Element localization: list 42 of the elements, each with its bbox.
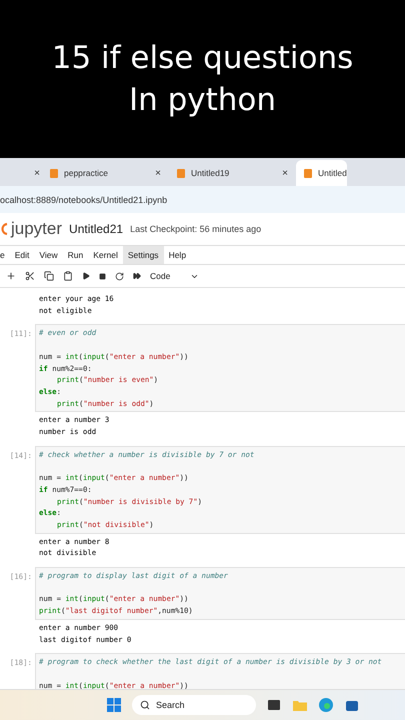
menu-item[interactable]: Run	[62, 246, 88, 264]
checkpoint-text: Last Checkpoint: 56 minutes ago	[130, 224, 262, 234]
menu-item[interactable]: View	[34, 246, 63, 264]
address-bar[interactable]: ocalhost:8889/notebooks/Untitled21.ipynb	[0, 186, 405, 213]
tab-title: peppractice	[64, 168, 109, 178]
jupyter-logo-text: jupyter	[11, 219, 62, 239]
browser-icon[interactable]	[318, 697, 334, 713]
banner-title: In python	[128, 81, 276, 120]
browser-tab[interactable]: peppractice ×	[42, 160, 169, 186]
tab-title: Untitled	[318, 168, 347, 178]
close-icon[interactable]: ×	[282, 168, 288, 178]
search-icon	[140, 700, 150, 710]
notebook-icon	[50, 168, 58, 178]
cell-type-select[interactable]: Code	[150, 271, 200, 281]
taskbar-search[interactable]: Search	[132, 695, 256, 715]
notebook-title[interactable]: Untitled21	[69, 222, 124, 236]
run-icon[interactable]	[82, 272, 90, 280]
menu-item[interactable]: e	[0, 246, 10, 264]
stop-icon[interactable]	[99, 272, 106, 280]
banner-title: 15 if else questions	[52, 39, 354, 78]
menu-item[interactable]: Settings	[122, 246, 164, 264]
menu-item[interactable]: Kernel	[88, 246, 123, 264]
cut-icon[interactable]	[25, 271, 35, 281]
tab-title: Untitled19	[191, 168, 230, 178]
fast-forward-icon[interactable]	[133, 272, 141, 280]
menu-item[interactable]: Help	[164, 246, 192, 264]
restart-icon[interactable]	[115, 272, 124, 280]
close-icon[interactable]: ×	[34, 168, 40, 178]
browser-tab[interactable]: Untitled19 ×	[169, 160, 296, 186]
add-icon[interactable]	[6, 271, 16, 281]
browser-tab[interactable]: ×	[0, 160, 42, 186]
notebook-icon	[304, 168, 312, 178]
menu-item[interactable]: Edit	[10, 246, 34, 264]
copy-icon[interactable]	[44, 271, 54, 281]
close-icon[interactable]: ×	[155, 168, 161, 178]
url-text: ocalhost:8889/notebooks/Untitled21.ipynb	[0, 194, 168, 204]
notebook-icon	[177, 168, 185, 178]
windows-logo-icon[interactable]	[106, 697, 122, 713]
window-icon[interactable]	[266, 697, 282, 713]
paste-icon[interactable]	[63, 271, 73, 281]
browser-tab[interactable]: Untitled	[296, 160, 347, 186]
jupyter-logo-icon	[0, 221, 8, 237]
